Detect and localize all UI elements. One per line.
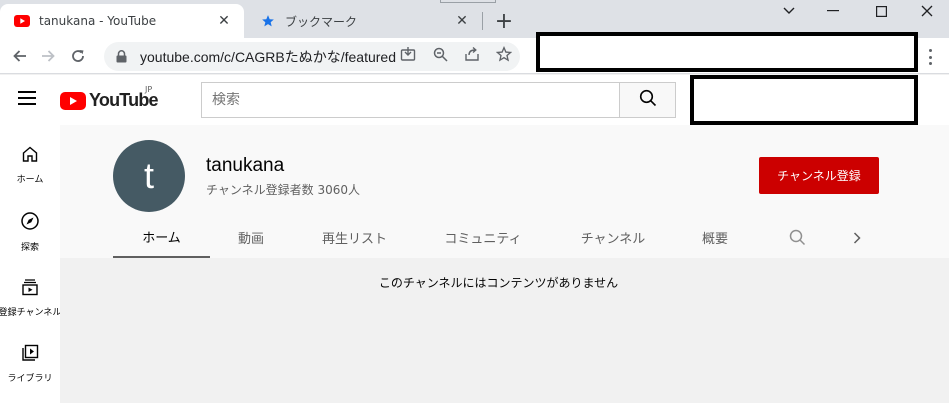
tab-community[interactable]: コミュニティ (428, 217, 538, 258)
region-code: JP (145, 85, 153, 94)
guide-item-label: 登録チャンネル (0, 308, 62, 318)
search-icon (639, 89, 657, 111)
close-icon[interactable]: ✕ (452, 11, 472, 31)
youtube-play-icon (60, 91, 86, 110)
browser-tab-youtube[interactable]: tanukana - YouTube ✕ (0, 4, 244, 38)
tab-title: ブックマーク (285, 14, 358, 29)
subscribe-button[interactable]: チャンネル登録 (759, 157, 879, 194)
close-window-icon[interactable] (912, 0, 942, 22)
browser-toolbar: youtube.com/c/CAGRBたぬかな/featured (0, 32, 949, 74)
guide-item-label: ホーム (16, 175, 44, 185)
zoom-icon[interactable] (430, 44, 450, 64)
youtube-masthead: YouTube JP (0, 75, 949, 125)
redaction-box (536, 32, 918, 72)
channel-search-icon[interactable] (781, 217, 813, 258)
guide-item-explore[interactable]: 探索 (0, 211, 60, 253)
guide-item-home[interactable]: ホーム (0, 145, 60, 185)
channel-tabs: ホーム 動画 再生リスト コミュニティ チャンネル 概要 (60, 217, 949, 258)
channel-avatar[interactable]: t (113, 140, 185, 212)
lock-icon[interactable] (116, 50, 130, 63)
redaction-box (690, 75, 918, 125)
tab-divider (482, 12, 483, 30)
search-button[interactable] (619, 82, 676, 118)
compass-icon (20, 211, 40, 235)
new-tab-button[interactable]: + (492, 9, 516, 34)
tab-title: tanukana - YouTube (39, 14, 157, 28)
empty-content-message: このチャンネルにはコンテンツがありません (378, 276, 619, 290)
url-text: youtube.com/c/CAGRBたぬかな/featured (140, 48, 396, 65)
reload-icon[interactable] (66, 44, 90, 68)
maximize-icon[interactable] (866, 0, 896, 22)
tab-about[interactable]: 概要 (687, 217, 743, 258)
subscriber-count: チャンネル登録者数 3060人 (206, 183, 360, 197)
guide-sidebar: ホーム 探索 登録チャンネル ライブラリ (0, 125, 62, 403)
minimize-icon[interactable] (818, 0, 848, 22)
library-icon (21, 344, 39, 366)
tab-search-notch (440, 0, 496, 3)
guide-item-label: ライブラリ (7, 374, 53, 384)
chevron-right-icon[interactable] (845, 217, 869, 258)
youtube-logo[interactable]: YouTube JP (60, 85, 159, 111)
browser-tab-bookmarks[interactable]: ブックマーク ✕ (246, 4, 482, 38)
search-input[interactable] (212, 92, 619, 108)
tab-playlists[interactable]: 再生リスト (307, 217, 402, 258)
subscriptions-icon (21, 278, 39, 300)
search-box[interactable] (201, 82, 619, 118)
star-icon (260, 13, 276, 29)
share-icon[interactable] (462, 44, 482, 64)
install-app-icon[interactable] (398, 44, 418, 64)
tab-list-chevron-icon[interactable] (774, 0, 804, 22)
channel-header: t tanukana チャンネル登録者数 3060人 チャンネル登録 ホーム 動… (60, 125, 949, 258)
channel-name: tanukana (206, 155, 285, 176)
tab-channels[interactable]: チャンネル (565, 217, 661, 258)
close-icon[interactable]: ✕ (214, 11, 234, 31)
home-icon (21, 145, 39, 167)
tab-home[interactable]: ホーム (113, 217, 210, 258)
bookmark-star-icon[interactable] (494, 44, 514, 64)
guide-item-library[interactable]: ライブラリ (0, 344, 60, 384)
guide-item-label: 探索 (20, 243, 39, 253)
tab-videos[interactable]: 動画 (220, 217, 282, 258)
guide-item-subscriptions[interactable]: 登録チャンネル (0, 278, 62, 318)
channel-content: このチャンネルにはコンテンツがありません (60, 258, 949, 403)
browser-menu-icon[interactable] (924, 47, 936, 67)
hamburger-menu-icon[interactable] (18, 91, 36, 105)
forward-arrow-icon[interactable] (36, 44, 60, 68)
address-bar[interactable]: youtube.com/c/CAGRBたぬかな/featured (104, 42, 520, 71)
youtube-icon (14, 13, 30, 29)
back-arrow-icon[interactable] (8, 44, 32, 68)
